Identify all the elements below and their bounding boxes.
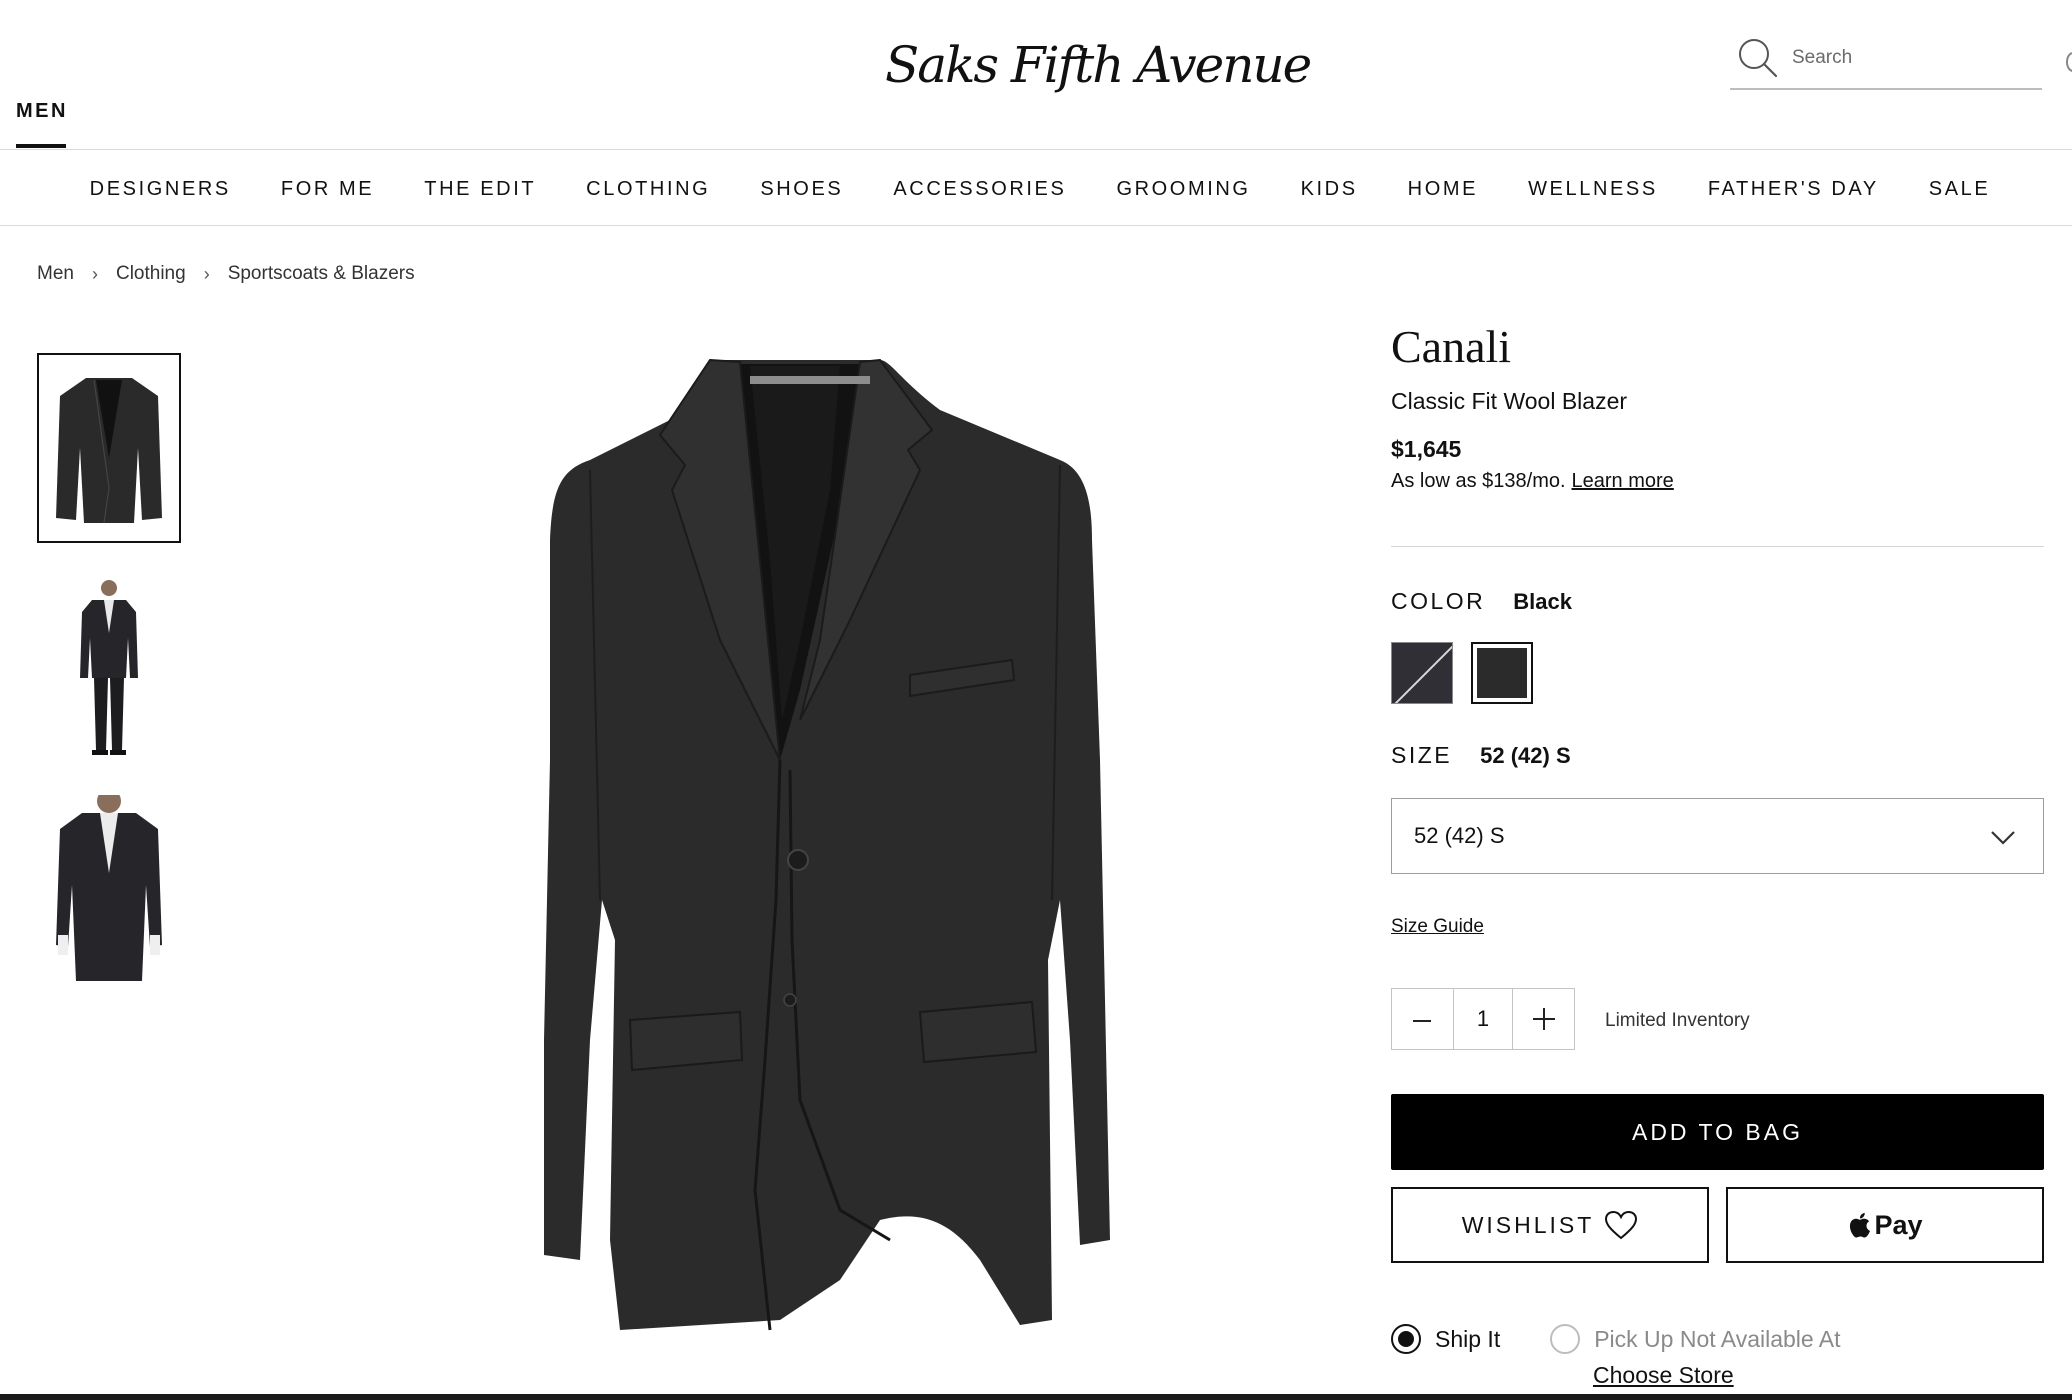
thumbnail-1[interactable] bbox=[37, 353, 181, 543]
size-guide-link[interactable]: Size Guide bbox=[1391, 916, 1484, 938]
breadcrumb-separator-icon: › bbox=[91, 263, 98, 284]
size-value: 52 (42) S bbox=[1480, 743, 1571, 768]
nav-item-kids[interactable]: KIDS bbox=[1301, 178, 1358, 201]
learn-more-link[interactable]: Learn more bbox=[1572, 470, 1674, 492]
size-select[interactable]: 52 (42) S bbox=[1391, 798, 2044, 874]
size-label: SIZE bbox=[1391, 742, 1453, 768]
nav-item-designers[interactable]: DESIGNERS bbox=[90, 178, 231, 201]
size-row: SIZE 52 (42) S bbox=[1391, 742, 1571, 769]
color-row: COLOR Black bbox=[1391, 588, 1572, 615]
wishlist-label: WISHLIST bbox=[1461, 1211, 1595, 1238]
color-value: Black bbox=[1513, 589, 1573, 614]
fulfillment-options: Ship It Pick Up Not Available At bbox=[1391, 1324, 1841, 1354]
quantity-decrement-button[interactable] bbox=[1392, 989, 1453, 1049]
nav-item-accessories[interactable]: ACCESSORIES bbox=[893, 178, 1066, 201]
saks-logo[interactable]: Saks Fifth Avenue bbox=[885, 30, 1312, 100]
thumbnail-list bbox=[37, 353, 181, 1013]
heart-icon bbox=[1605, 1210, 1638, 1240]
breadcrumb-men[interactable]: Men bbox=[37, 263, 74, 285]
color-label: COLOR bbox=[1391, 588, 1486, 614]
breadcrumb-clothing[interactable]: Clothing bbox=[116, 263, 186, 285]
quantity-stepper: 1 bbox=[1391, 988, 1575, 1050]
minus-icon bbox=[1413, 1020, 1432, 1022]
breadcrumb: Men › Clothing › Sportscoats & Blazers bbox=[37, 263, 415, 285]
breadcrumb-separator-icon: › bbox=[203, 263, 210, 284]
men-tab-underline bbox=[16, 144, 66, 148]
plus-icon bbox=[1532, 1008, 1555, 1030]
radio-selected-dot bbox=[1398, 1331, 1414, 1347]
ship-it-radio[interactable] bbox=[1391, 1324, 1421, 1354]
swatch-black-fill bbox=[1477, 648, 1527, 698]
men-tab[interactable]: MEN bbox=[16, 100, 68, 123]
quantity-increment-button[interactable] bbox=[1513, 989, 1574, 1049]
nav-item-fathers-day[interactable]: FATHER'S DAY bbox=[1708, 178, 1879, 201]
choose-store-link[interactable]: Choose Store bbox=[1593, 1362, 1734, 1389]
account-icon[interactable] bbox=[2066, 52, 2072, 72]
quantity-value[interactable]: 1 bbox=[1452, 989, 1514, 1049]
thumbnail-2[interactable] bbox=[37, 573, 181, 763]
breadcrumb-sportscoats[interactable]: Sportscoats & Blazers bbox=[228, 263, 415, 285]
window-bottom-edge bbox=[0, 1394, 2072, 1400]
brand-name[interactable]: Canali bbox=[1391, 320, 1511, 373]
nav-item-shoes[interactable]: SHOES bbox=[760, 178, 843, 201]
nav-item-home[interactable]: HOME bbox=[1408, 178, 1478, 201]
divider bbox=[1391, 546, 2044, 547]
pickup-radio[interactable] bbox=[1550, 1324, 1581, 1354]
model-full-thumb-icon bbox=[80, 580, 138, 755]
search-input[interactable] bbox=[1792, 42, 2032, 74]
nav-item-clothing[interactable]: CLOTHING bbox=[586, 178, 710, 201]
color-swatches bbox=[1391, 642, 1533, 704]
nav-item-the-edit[interactable]: THE EDIT bbox=[424, 178, 536, 201]
apple-pay-label: Pay bbox=[1874, 1209, 1923, 1240]
pickup-label: Pick Up Not Available At bbox=[1594, 1325, 1841, 1352]
financing-amount: As low as $138/mo. bbox=[1391, 470, 1566, 492]
blazer-front-thumb-icon bbox=[56, 378, 162, 524]
search-bar[interactable] bbox=[1730, 30, 2042, 90]
top-header: MEN Saks Fifth Avenue bbox=[0, 0, 2072, 150]
nav-item-wellness[interactable]: WELLNESS bbox=[1528, 178, 1658, 201]
add-to-bag-button[interactable]: ADD TO BAG bbox=[1391, 1094, 2044, 1170]
thumbnail-3[interactable] bbox=[37, 793, 181, 983]
apple-pay-button[interactable]: Pay bbox=[1726, 1187, 2044, 1263]
main-navigation: DESIGNERS FOR ME THE EDIT CLOTHING SHOES… bbox=[0, 150, 2072, 226]
nav-item-sale[interactable]: SALE bbox=[1929, 178, 1991, 201]
model-closeup-thumb-icon bbox=[56, 795, 162, 981]
chevron-down-icon bbox=[1991, 831, 2015, 845]
product-name: Classic Fit Wool Blazer bbox=[1391, 388, 1628, 414]
nav-item-grooming[interactable]: GROOMING bbox=[1116, 178, 1250, 201]
product-price: $1,645 bbox=[1391, 436, 1462, 462]
nav-item-for-me[interactable]: FOR ME bbox=[281, 178, 374, 201]
inventory-status: Limited Inventory bbox=[1605, 1010, 1750, 1031]
ship-it-label[interactable]: Ship It bbox=[1435, 1326, 1500, 1353]
size-select-value: 52 (42) S bbox=[1414, 823, 1505, 848]
financing-text: As low as $138/mo. Learn more bbox=[1391, 470, 1674, 493]
wishlist-button[interactable]: WISHLIST bbox=[1391, 1187, 1709, 1263]
apple-icon bbox=[1850, 1212, 1871, 1238]
swatch-black[interactable] bbox=[1471, 642, 1533, 704]
swatch-unavailable[interactable] bbox=[1391, 642, 1453, 704]
search-icon[interactable] bbox=[1736, 36, 1780, 80]
main-product-image[interactable] bbox=[420, 340, 1180, 1360]
